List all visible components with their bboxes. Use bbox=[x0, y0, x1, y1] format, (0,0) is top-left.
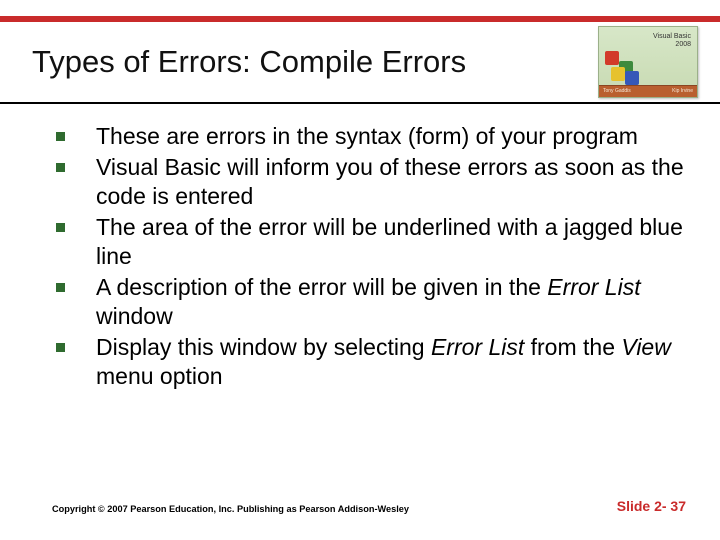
footer: Copyright © 2007 Pearson Education, Inc.… bbox=[52, 498, 686, 514]
bullet-text: Visual Basic will inform you of these er… bbox=[96, 154, 684, 209]
square-bullet-icon bbox=[56, 343, 65, 352]
slide-title: Types of Errors: Compile Errors bbox=[32, 44, 466, 80]
book-title-text: Visual Basic 2008 bbox=[653, 33, 691, 48]
accent-bar bbox=[0, 16, 720, 22]
book-author1: Tony Gaddis bbox=[603, 88, 631, 95]
content-area: These are errors in the syntax (form) of… bbox=[52, 122, 686, 393]
bullet-text-italic: Error List bbox=[547, 274, 640, 300]
list-item: A description of the error will be given… bbox=[52, 273, 686, 331]
square-bullet-icon bbox=[56, 163, 65, 172]
square-bullet-icon bbox=[56, 132, 65, 141]
book-line1: Visual Basic bbox=[653, 33, 691, 41]
slide-number: Slide 2- 37 bbox=[617, 498, 686, 514]
bullet-text: These are errors in the syntax (form) of… bbox=[96, 123, 638, 149]
bullet-text-mid: from the bbox=[524, 334, 621, 360]
bullet-text-italic: Error List bbox=[431, 334, 524, 360]
list-item: The area of the error will be underlined… bbox=[52, 213, 686, 271]
list-item: These are errors in the syntax (form) of… bbox=[52, 122, 686, 151]
bullet-text-pre: A description of the error will be given… bbox=[96, 274, 547, 300]
square-bullet-icon bbox=[56, 283, 65, 292]
bullet-text-post: menu option bbox=[96, 363, 223, 389]
bullet-list: These are errors in the syntax (form) of… bbox=[52, 122, 686, 391]
book-cover-image: Visual Basic 2008 Tony Gaddis Kip Irvine bbox=[598, 26, 698, 98]
bullet-text-italic2: View bbox=[621, 334, 670, 360]
lego-icon bbox=[605, 43, 645, 83]
bullet-text-pre: Display this window by selecting bbox=[96, 334, 431, 360]
list-item: Visual Basic will inform you of these er… bbox=[52, 153, 686, 211]
square-bullet-icon bbox=[56, 223, 65, 232]
book-line2: 2008 bbox=[653, 41, 691, 49]
slide: Visual Basic 2008 Tony Gaddis Kip Irvine… bbox=[0, 0, 720, 540]
bullet-text-mid: window bbox=[96, 303, 173, 329]
copyright-text: Copyright © 2007 Pearson Education, Inc.… bbox=[52, 504, 409, 514]
book-author-bar: Tony Gaddis Kip Irvine bbox=[599, 85, 697, 97]
list-item: Display this window by selecting Error L… bbox=[52, 333, 686, 391]
book-author2: Kip Irvine bbox=[672, 88, 693, 95]
bullet-text: The area of the error will be underlined… bbox=[96, 214, 683, 269]
title-underline bbox=[0, 102, 720, 104]
